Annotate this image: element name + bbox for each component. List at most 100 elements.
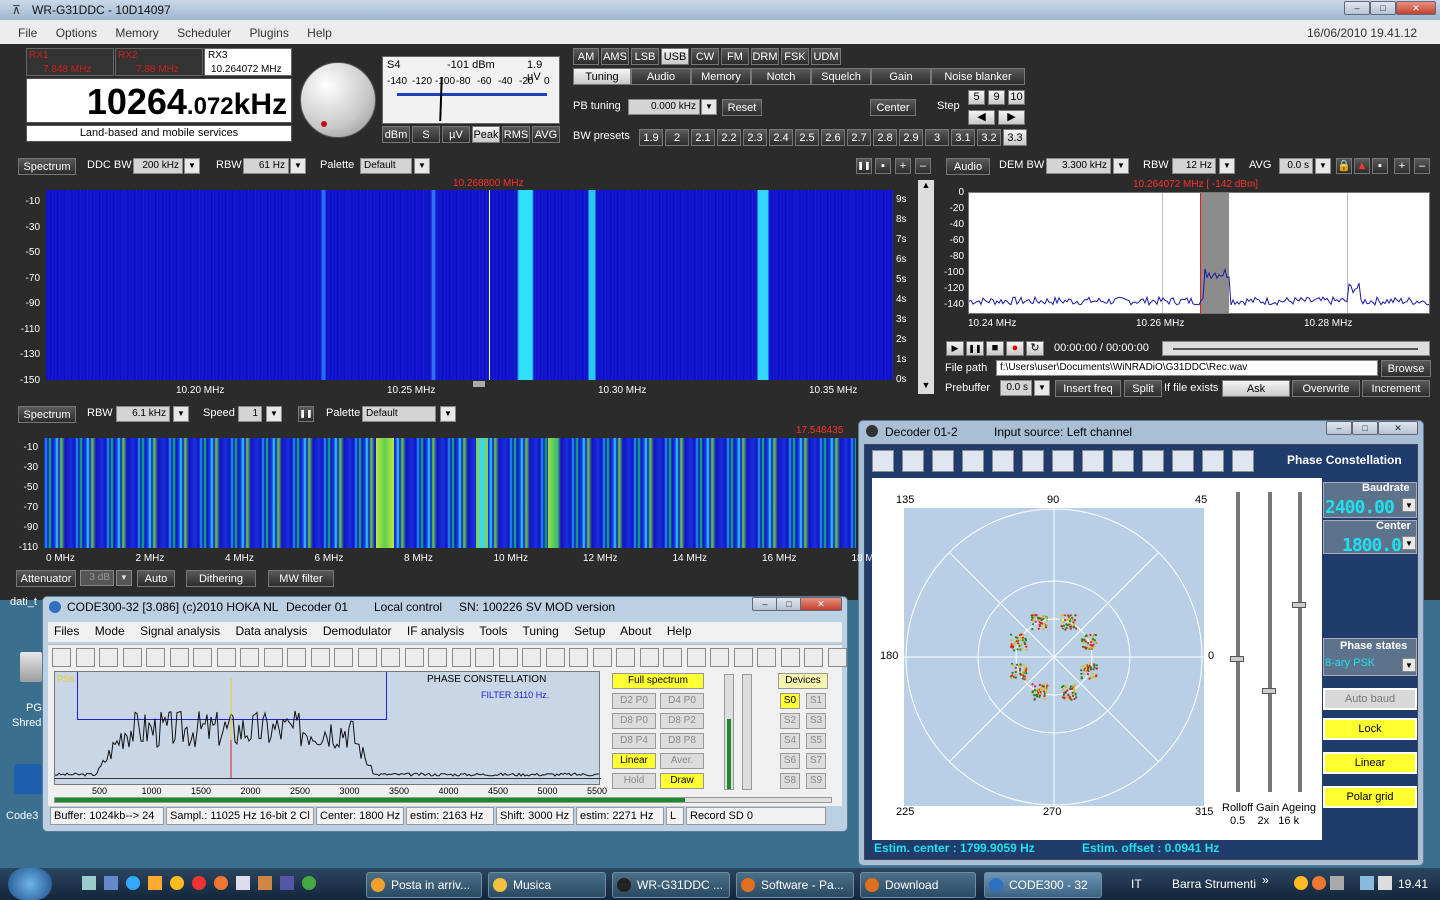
code300-device-button[interactable]: S8 (780, 773, 800, 789)
code300-tool-icon[interactable] (310, 648, 330, 667)
browse-button[interactable]: Browse (1381, 360, 1431, 377)
devices-button[interactable]: Devices (778, 673, 828, 689)
code300-tool-icon[interactable] (804, 648, 823, 667)
explorer-icon[interactable] (104, 876, 118, 890)
code300-tool-icon[interactable] (686, 648, 706, 667)
level-meter-track-2[interactable] (742, 674, 752, 790)
mode-udm-button[interactable]: UDM (811, 48, 841, 65)
polar-grid-button[interactable]: Polar grid (1323, 786, 1417, 808)
menu-scheduler[interactable]: Scheduler (177, 26, 231, 40)
ddc-bw-select[interactable]: 200 kHz (133, 158, 183, 174)
code300-tool-icon[interactable] (522, 648, 541, 667)
bw-preset-button[interactable]: 3 (925, 129, 949, 146)
zoom-out1-button[interactable]: – (915, 158, 931, 174)
bw-preset-button[interactable]: 2.4 (769, 129, 793, 146)
spectrum1-scroll-thumb[interactable] (473, 381, 485, 387)
zoom-in-audio-icon[interactable]: + (1394, 158, 1410, 174)
scroll-up-icon[interactable]: ▲ (918, 180, 934, 194)
code300-device-button[interactable]: S0 (780, 693, 800, 709)
code300-menu-if[interactable]: IF analysis (407, 624, 464, 638)
mode-cw-button[interactable]: CW (691, 48, 719, 65)
minimize-button[interactable]: – (1344, 1, 1370, 15)
meter-avg-button[interactable]: AVG (532, 126, 560, 143)
decoder-tool-icon[interactable] (1172, 450, 1194, 472)
rbw1-select[interactable]: 61 Hz (243, 158, 289, 174)
bw-preset-button[interactable]: 3.2 (977, 129, 1001, 146)
task-posta[interactable]: Posta in arriv... (366, 872, 482, 898)
menu-help[interactable]: Help (307, 26, 332, 40)
code300-spectrum-plot[interactable]: PSK PHASE CONSTELLATION FILTER 3110 Hz. (54, 671, 601, 785)
bw-preset-button[interactable]: 2.5 (795, 129, 819, 146)
desktop-label-dati[interactable]: dati_t (10, 596, 37, 608)
code300-menu-about[interactable]: About (620, 624, 651, 638)
ask-button[interactable]: Ask (1222, 380, 1290, 397)
hold-button[interactable]: Hold (612, 773, 656, 789)
tab-noise-blanker[interactable]: Noise blanker (931, 68, 1025, 85)
tuning-knob[interactable] (300, 62, 376, 138)
rbw1-dropdown[interactable]: ▼ (290, 158, 306, 174)
mode-drm-button[interactable]: DRM (751, 48, 779, 65)
code300-menu-signal[interactable]: Signal analysis (140, 624, 220, 638)
rbw-audio-select[interactable]: 12 Hz (1172, 158, 1216, 174)
spectrum2-waterfall[interactable] (44, 438, 856, 548)
code300-mode-button[interactable]: D8 P2 (660, 713, 704, 729)
clock-icon[interactable] (170, 876, 184, 890)
spectrum1-waterfall[interactable] (46, 190, 893, 380)
ageing-slider[interactable] (1292, 492, 1306, 792)
chevron-right-icon[interactable]: » (1262, 873, 1269, 887)
audio-button[interactable]: Audio (946, 158, 990, 175)
attenuator-button[interactable]: Attenuator (16, 570, 76, 587)
decoder-minimize-button[interactable]: – (1326, 421, 1352, 435)
code300-scroll-track[interactable] (54, 797, 832, 803)
center-value[interactable]: 1800.0 (1342, 535, 1402, 556)
code300-minimize-button[interactable]: – (752, 597, 778, 611)
rx2-tab[interactable]: RX2 7.88 MHz (115, 48, 203, 76)
tray-clock-icon[interactable] (1294, 876, 1308, 890)
decoder-tool-icon[interactable] (992, 450, 1014, 472)
code300-menu-tools[interactable]: Tools (479, 624, 507, 638)
rec-progress[interactable] (1162, 341, 1430, 356)
phase-states-select[interactable]: 8-ary PSK (1325, 657, 1401, 673)
lock-button[interactable]: Lock (1323, 718, 1417, 740)
frequency-display[interactable]: 10264.072kHz (26, 78, 292, 123)
bw-preset-button[interactable]: 1.9 (639, 129, 663, 146)
speed-dropdown[interactable]: ▼ (266, 406, 282, 422)
code300-tool-icon[interactable] (216, 648, 236, 667)
toolbar-label[interactable]: Barra Strumenti (1172, 877, 1256, 891)
spectrum1-scrollbar[interactable]: ▲ ▼ (918, 180, 934, 394)
code300-tool-icon[interactable] (827, 648, 847, 667)
linear-code300-button[interactable]: Linear (612, 753, 656, 769)
lock-audio-icon[interactable]: 🔒 (1336, 158, 1352, 174)
code300-tool-icon[interactable] (240, 648, 259, 667)
meter-s-button[interactable]: S (412, 126, 440, 143)
loop-icon[interactable]: ↻ (1026, 341, 1044, 356)
start-button[interactable] (8, 868, 52, 900)
auto-button[interactable]: Auto (137, 570, 175, 587)
overwrite-button[interactable]: Overwrite (1292, 380, 1360, 397)
decoder-tool-icon[interactable] (962, 450, 984, 472)
spectrum1-button[interactable]: Spectrum (18, 158, 76, 175)
palette2-select[interactable]: Default (362, 406, 436, 422)
draw-button[interactable]: Draw (660, 773, 704, 789)
tab-audio[interactable]: Audio (631, 68, 691, 85)
bw-preset-button[interactable]: 2.8 (873, 129, 897, 146)
code300-device-button[interactable]: S9 (806, 773, 826, 789)
bw-preset-button[interactable]: 2.9 (899, 129, 923, 146)
code300-device-button[interactable]: S7 (806, 753, 826, 769)
tab-tuning[interactable]: Tuning (573, 68, 631, 85)
meter-dbm-button[interactable]: dBm (382, 126, 410, 143)
code300-close-button[interactable]: ✕ (800, 597, 842, 611)
dem-bw-dropdown[interactable]: ▼ (1113, 158, 1129, 174)
decoder-tool-icon[interactable] (1022, 450, 1044, 472)
linear-decoder-button[interactable]: Linear (1323, 752, 1417, 774)
mode-fsk-button[interactable]: FSK (781, 48, 809, 65)
code300-device-button[interactable]: S5 (806, 733, 826, 749)
spectrum2-button[interactable]: Spectrum (18, 406, 76, 423)
palette1-select[interactable]: Default (360, 158, 412, 174)
center-button[interactable]: Center (870, 99, 916, 116)
code300-device-button[interactable]: S4 (780, 733, 800, 749)
insert-freq-button[interactable]: Insert freq (1055, 380, 1121, 397)
avg-dropdown[interactable]: ▼ (1315, 158, 1331, 174)
pb-tuning-dropdown[interactable]: ▼ (701, 99, 717, 115)
firefox-icon[interactable] (214, 876, 228, 890)
